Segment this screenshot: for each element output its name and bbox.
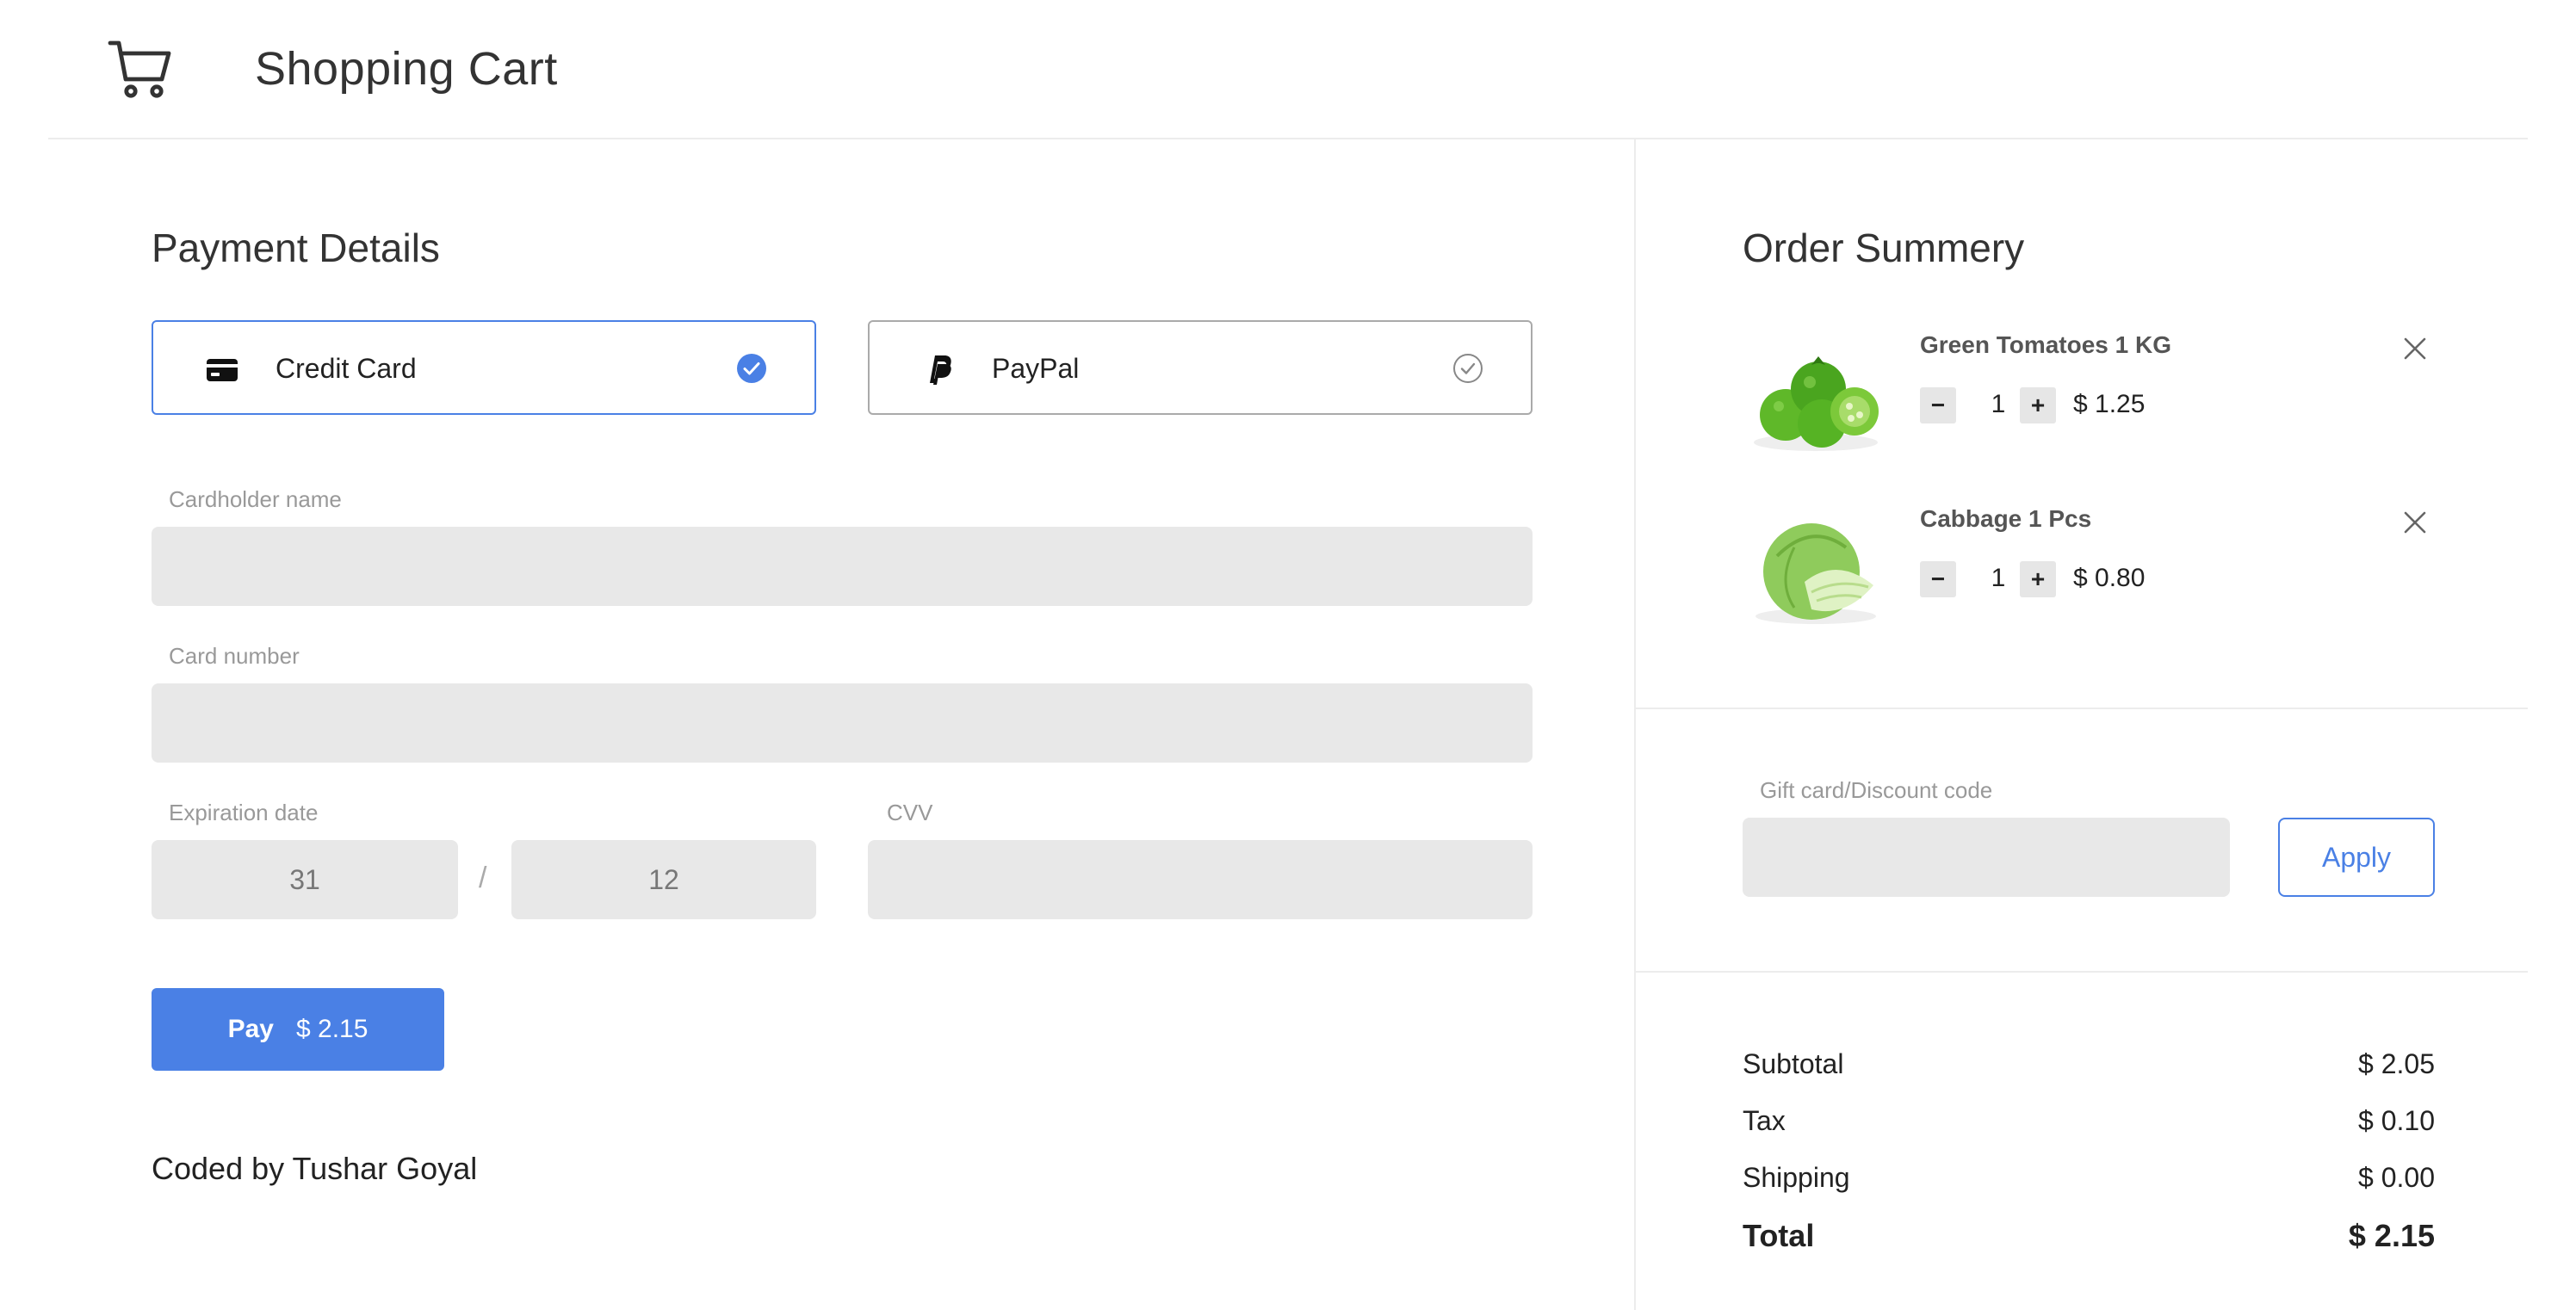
credit-card-option[interactable]: Credit Card — [152, 320, 816, 415]
total-row: Total $ 2.15 — [1743, 1215, 2435, 1257]
discount-label: Gift card/Discount code — [1760, 777, 1993, 803]
total-label: Total — [1743, 1218, 1815, 1253]
close-icon[interactable] — [2400, 334, 2430, 363]
expiration-month-input[interactable]: 31 — [152, 840, 458, 919]
pay-button[interactable]: Pay $ 2.15 — [152, 988, 444, 1071]
card-number-input[interactable] — [152, 683, 1533, 763]
item-name: Cabbage 1 Pcs — [1920, 505, 2092, 532]
apply-button[interactable]: Apply — [2278, 818, 2435, 897]
pay-button-amount: $ 2.15 — [295, 1015, 368, 1043]
item-quantity: 1 — [1991, 564, 2006, 592]
payment-title: Payment Details — [152, 226, 440, 270]
discount-code-input[interactable] — [1743, 818, 2230, 897]
cart-icon — [107, 36, 176, 102]
summary-divider — [1636, 971, 2528, 973]
summary-divider — [1636, 708, 2528, 709]
item-name: Green Tomatoes 1 KG — [1920, 331, 2172, 358]
green-tomatoes-image — [1743, 322, 1889, 468]
subtotal-row: Subtotal $ 2.05 — [1743, 1043, 2435, 1084]
item-price: $ 0.80 — [2073, 564, 2146, 592]
cardholder-label: Cardholder name — [169, 486, 342, 512]
cart-item: Cabbage 1 Pcs − 1 + $ 0.80 — [1743, 496, 2449, 642]
paypal-icon — [921, 352, 956, 386]
expiration-label: Expiration date — [169, 800, 319, 825]
subtotal-label: Subtotal — [1743, 1048, 1844, 1079]
expiration-year-input[interactable]: 12 — [511, 840, 816, 919]
total-value: $ 2.15 — [2348, 1218, 2435, 1253]
pay-button-label: Pay — [227, 1015, 274, 1043]
cvv-label: CVV — [887, 800, 933, 825]
cardholder-input[interactable] — [152, 527, 1533, 606]
check-unselected-icon — [1452, 352, 1484, 385]
expiration-separator: / — [479, 862, 487, 894]
item-price: $ 1.25 — [2073, 390, 2146, 418]
increase-quantity-button[interactable]: + — [2020, 561, 2056, 597]
order-summary-title: Order Summery — [1743, 226, 2025, 270]
paypal-label: PayPal — [992, 353, 1080, 384]
cabbage-image — [1743, 496, 1889, 642]
card-number-label: Card number — [169, 643, 300, 669]
decrease-quantity-button[interactable]: − — [1920, 387, 1956, 423]
payment-panel: Payment Details Credit Card PayPal Cardh… — [0, 139, 1634, 1310]
item-quantity: 1 — [1991, 390, 2006, 418]
page-title: Shopping Cart — [255, 43, 558, 95]
shipping-label: Shipping — [1743, 1162, 1850, 1193]
close-icon[interactable] — [2400, 508, 2430, 537]
shipping-row: Shipping $ 0.00 — [1743, 1157, 2435, 1198]
increase-quantity-button[interactable]: + — [2020, 387, 2056, 423]
paypal-option[interactable]: PayPal — [868, 320, 1533, 415]
cart-item: Green Tomatoes 1 KG − 1 + $ 1.25 — [1743, 322, 2449, 468]
credit-card-label: Credit Card — [276, 353, 417, 384]
credit-text: Coded by Tushar Goyal — [152, 1151, 478, 1186]
tax-value: $ 0.10 — [2358, 1105, 2435, 1136]
tax-row: Tax $ 0.10 — [1743, 1100, 2435, 1141]
subtotal-value: $ 2.05 — [2358, 1048, 2435, 1079]
credit-card-icon — [205, 352, 239, 386]
check-selected-icon — [735, 352, 768, 385]
tax-label: Tax — [1743, 1105, 1786, 1136]
cvv-input[interactable] — [868, 840, 1533, 919]
order-summary-panel: Order Summery Green Tomatoes 1 KG − 1 + … — [1636, 139, 2528, 1310]
decrease-quantity-button[interactable]: − — [1920, 561, 1956, 597]
shipping-value: $ 0.00 — [2358, 1162, 2435, 1193]
